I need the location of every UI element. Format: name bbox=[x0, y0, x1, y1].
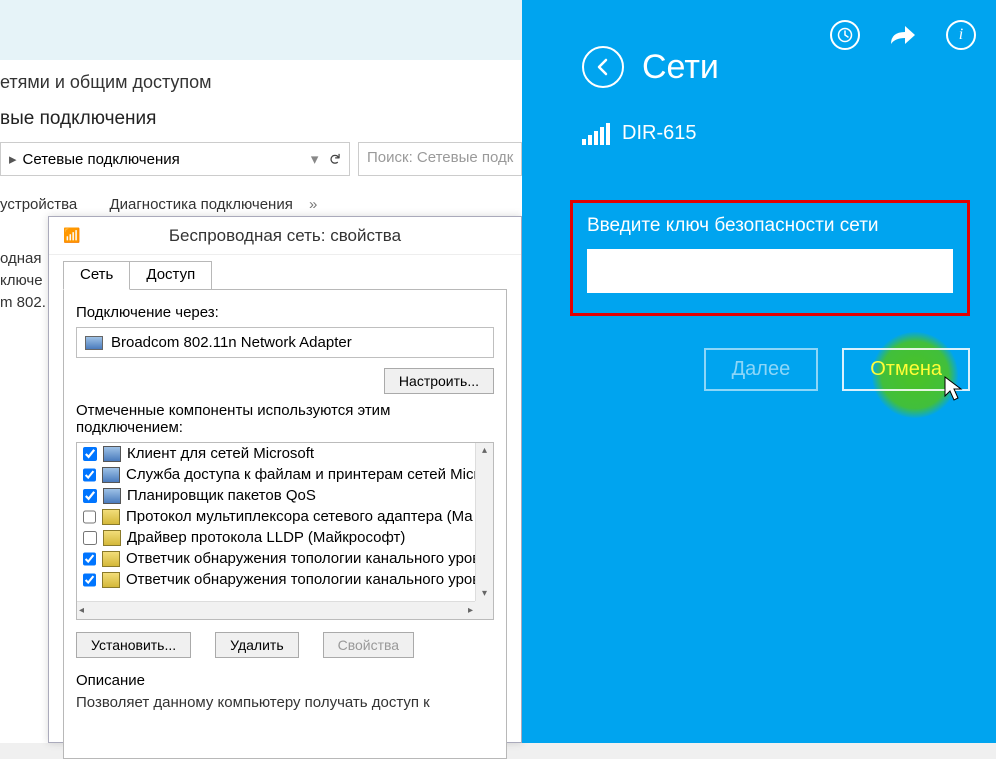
component-row[interactable]: Ответчик обнаружения топологии канальног… bbox=[77, 548, 475, 569]
component-label: Ответчик обнаружения топологии канальног… bbox=[126, 571, 475, 588]
security-key-label: Введите ключ безопасности сети bbox=[587, 215, 953, 237]
sidebar-text: m 802. bbox=[0, 292, 46, 314]
component-icon bbox=[102, 509, 120, 525]
component-label: Ответчик обнаружения топологии канальног… bbox=[126, 550, 475, 567]
sidebar-text: одная bbox=[0, 248, 46, 270]
component-checkbox[interactable] bbox=[83, 510, 96, 524]
clock-icon[interactable] bbox=[830, 20, 860, 50]
component-icon bbox=[103, 488, 121, 504]
component-row[interactable]: Клиент для сетей Microsoft bbox=[77, 443, 475, 464]
adapter-name: Broadcom 802.11n Network Adapter bbox=[111, 334, 352, 351]
description-label: Описание bbox=[76, 672, 494, 689]
bg-window-title: етями и общим доступом bbox=[0, 72, 212, 93]
component-checkbox[interactable] bbox=[83, 489, 97, 503]
network-name: DIR-615 bbox=[622, 122, 696, 145]
component-icon bbox=[102, 467, 120, 483]
tab-network[interactable]: Сеть bbox=[63, 261, 130, 290]
component-label: Протокол мультиплексора сетевого адаптер… bbox=[126, 508, 473, 525]
component-checkbox[interactable] bbox=[83, 552, 96, 566]
networks-charm-panel: i Сети DIR-615 Введите ключ безопасности… bbox=[522, 0, 996, 743]
bg-window-subtitle: вые подключения bbox=[0, 108, 156, 130]
component-checkbox[interactable] bbox=[83, 573, 96, 587]
component-icon bbox=[102, 572, 120, 588]
component-icon bbox=[103, 446, 121, 462]
tab-access[interactable]: Доступ bbox=[129, 261, 212, 290]
chevron-dbl-icon[interactable]: » bbox=[309, 196, 317, 213]
remove-button[interactable]: Удалить bbox=[215, 632, 298, 658]
connect-via-label: Подключение через: bbox=[76, 304, 494, 321]
component-icon bbox=[102, 551, 120, 567]
description-text: Позволяет данному компьютеру получать до… bbox=[76, 693, 494, 713]
component-label: Служба доступа к файлам и принтерам сете… bbox=[126, 466, 475, 483]
wireless-icon: 📶 bbox=[63, 227, 80, 244]
adapter-icon bbox=[85, 336, 103, 350]
components-listbox[interactable]: Клиент для сетей Microsoft Служба доступа… bbox=[76, 442, 494, 620]
toolbar-item-diagnostics[interactable]: Диагностика подключения bbox=[109, 196, 292, 213]
component-row[interactable]: Планировщик пакетов QoS bbox=[77, 485, 475, 506]
toolbar-item-devices[interactable]: устройства bbox=[0, 196, 77, 213]
panel-title: Сети bbox=[642, 48, 719, 87]
breadcrumb-text: Сетевые подключения bbox=[23, 151, 307, 168]
component-checkbox[interactable] bbox=[83, 447, 97, 461]
install-button[interactable]: Установить... bbox=[76, 632, 191, 658]
sidebar-text: ключе bbox=[0, 270, 46, 292]
scrollbar-vertical[interactable]: ▴▾ bbox=[475, 443, 493, 601]
component-label: Планировщик пакетов QoS bbox=[127, 487, 316, 504]
components-label: Отмеченные компоненты используются этим … bbox=[76, 402, 494, 436]
adapter-field: Broadcom 802.11n Network Adapter bbox=[76, 327, 494, 358]
address-bar[interactable]: ▸ Сетевые подключения ▾ ↻ bbox=[0, 142, 350, 176]
info-icon[interactable]: i bbox=[946, 20, 976, 50]
search-input[interactable]: Поиск: Сетевые подк bbox=[358, 142, 522, 176]
properties-button[interactable]: Свойства bbox=[323, 632, 414, 658]
component-row[interactable]: Служба доступа к файлам и принтерам сете… bbox=[77, 464, 475, 485]
refresh-icon[interactable]: ↻ bbox=[326, 153, 344, 166]
security-key-input[interactable] bbox=[587, 249, 953, 293]
scrollbar-horizontal[interactable]: ◂▸ bbox=[77, 601, 475, 619]
configure-button[interactable]: Настроить... bbox=[384, 368, 494, 394]
chevron-right-icon: ▸ bbox=[9, 150, 17, 168]
component-row[interactable]: Драйвер протокола LLDP (Майкрософт) bbox=[77, 527, 475, 548]
component-row[interactable]: Ответчик обнаружения топологии канальног… bbox=[77, 569, 475, 590]
component-icon bbox=[103, 530, 121, 546]
properties-dialog: 📶 Беспроводная сеть: свойства Сеть Досту… bbox=[48, 216, 522, 743]
component-checkbox[interactable] bbox=[83, 468, 96, 482]
component-checkbox[interactable] bbox=[83, 531, 97, 545]
wifi-signal-icon bbox=[582, 123, 608, 145]
share-icon[interactable] bbox=[888, 20, 918, 50]
back-button[interactable] bbox=[582, 46, 624, 88]
next-button[interactable]: Далее bbox=[704, 348, 819, 391]
component-label: Драйвер протокола LLDP (Майкрософт) bbox=[127, 529, 405, 546]
dialog-title: Беспроводная сеть: свойства bbox=[169, 226, 401, 246]
cancel-button[interactable]: Отмена bbox=[842, 348, 970, 391]
network-item[interactable]: DIR-615 bbox=[582, 122, 696, 145]
chevron-down-icon[interactable]: ▾ bbox=[311, 150, 319, 168]
component-row[interactable]: Протокол мультиплексора сетевого адаптер… bbox=[77, 506, 475, 527]
component-label: Клиент для сетей Microsoft bbox=[127, 445, 314, 462]
security-key-group: Введите ключ безопасности сети bbox=[570, 200, 970, 316]
